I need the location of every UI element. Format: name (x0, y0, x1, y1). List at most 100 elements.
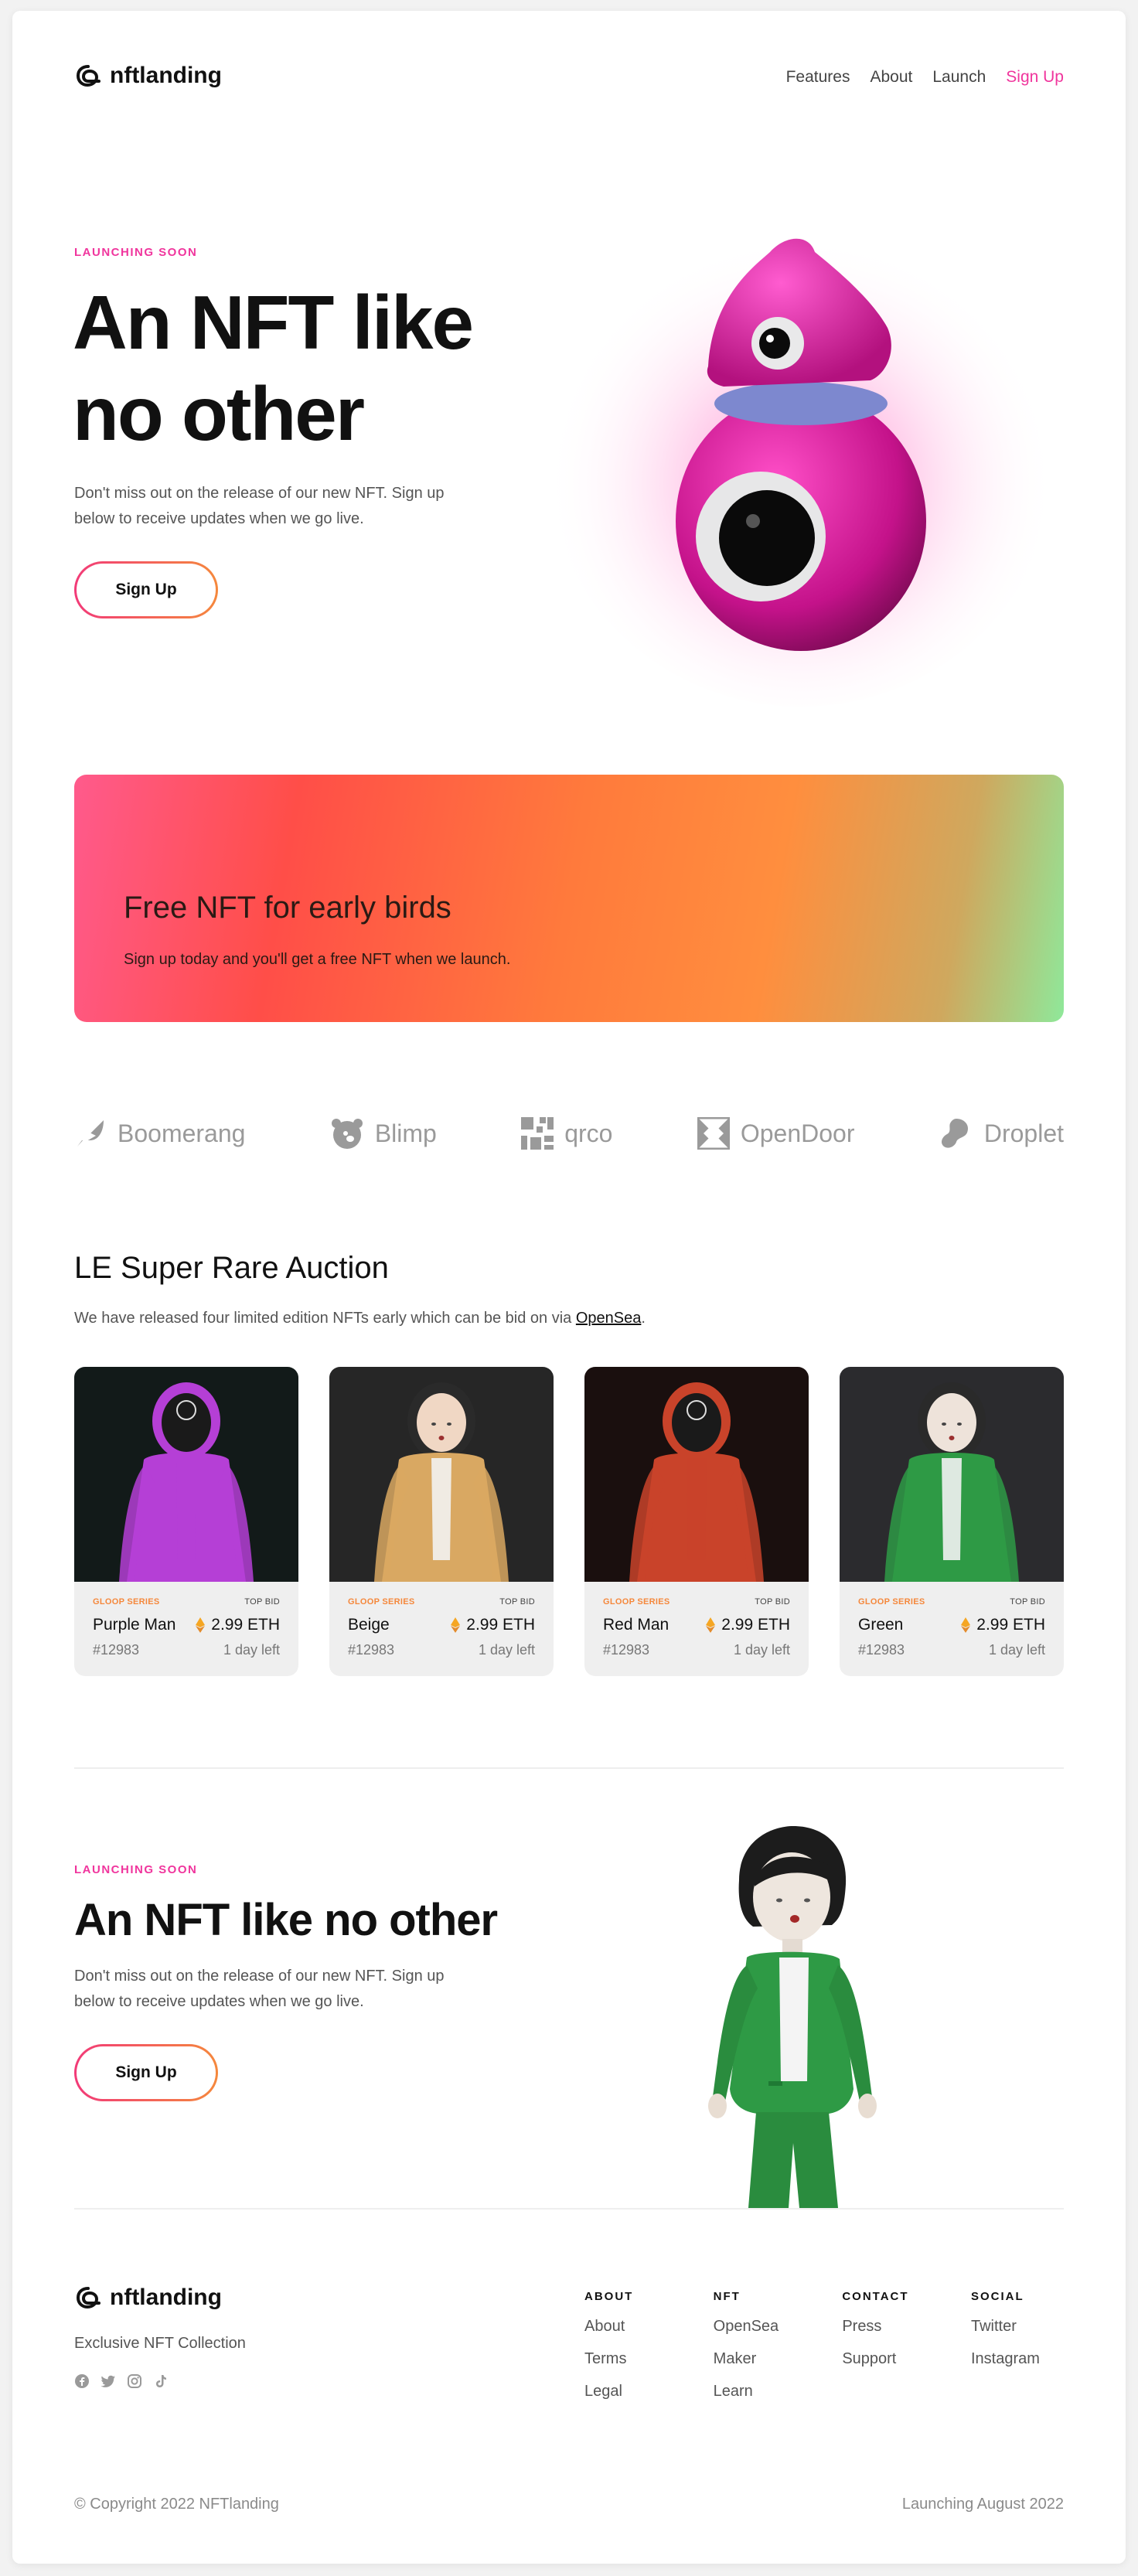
card-price: 2.99 ETH (721, 1616, 790, 1634)
card-name: Green (858, 1616, 904, 1634)
page: nftlanding Features About Launch Sign Up… (12, 11, 1126, 2564)
brand-opendoor: OpenDoor (697, 1117, 855, 1150)
card-series: GLOOP SERIES (858, 1597, 925, 1607)
footer-heading-nft: NFT (713, 2290, 741, 2303)
footer-divider (74, 2208, 1064, 2210)
auction-description: We have released four limited edition NF… (74, 1310, 646, 1327)
early-birds-banner: Free NFT for early birds Sign up today a… (74, 775, 1064, 1022)
hero-title-line2: no other (73, 371, 365, 456)
ethereum-icon (961, 1617, 971, 1633)
card-id: #12983 (93, 1642, 140, 1658)
footer-link-instagram[interactable]: Instagram (971, 2350, 1064, 2368)
instagram-icon[interactable] (127, 2373, 142, 2389)
door-icon (697, 1117, 730, 1150)
card-series: GLOOP SERIES (93, 1597, 160, 1607)
card-name: Purple Man (93, 1616, 176, 1634)
cta-title: An NFT like no other (74, 1895, 498, 1945)
logo-icon (76, 2287, 101, 2309)
footer-link-opensea[interactable]: OpenSea (714, 2318, 837, 2336)
tiktok-icon[interactable] (153, 2373, 169, 2389)
footer-column-contact: CONTACT Press Support (842, 2290, 966, 2401)
twitter-icon[interactable] (101, 2373, 116, 2389)
nft-card-image (584, 1367, 809, 1582)
footer-link-learn[interactable]: Learn (714, 2383, 837, 2401)
nft-card[interactable]: GLOOP SERIES TOP BID Beige 2.99 ETH #12983… (329, 1367, 554, 1676)
qr-icon (521, 1117, 554, 1150)
brand-name-opendoor: OpenDoor (740, 1119, 855, 1147)
card-time-left: 1 day left (478, 1642, 535, 1658)
opensea-link[interactable]: OpenSea (576, 1310, 642, 1327)
hero-title-line1: An NFT like (73, 280, 474, 365)
card-time-left: 1 day left (988, 1642, 1045, 1658)
cta-description: Don't miss out on the release of our new… (74, 1964, 507, 2015)
brand-logos: Boomerang Blimp qrco OpenDoor Droplet (74, 1116, 1064, 1150)
hero-signup-label: Sign Up (77, 564, 216, 616)
banner-subtitle: Sign up today and you'll get a free NFT … (124, 951, 511, 968)
footer-link-support[interactable]: Support (842, 2350, 966, 2368)
hero-signup-button[interactable]: Sign Up (74, 561, 218, 618)
footer-heading-about: ABOUT (584, 2290, 634, 2303)
droplet-icon (941, 1119, 968, 1148)
cta-desc-line2: below to receive updates when we go live… (74, 1993, 364, 2010)
card-price: 2.99 ETH (976, 1616, 1045, 1634)
footer-copyright: © Copyright 2022 NFTlanding (74, 2496, 279, 2513)
banner-title: Free NFT for early birds (124, 891, 451, 925)
hero-description: Don't miss out on the release of our new… (74, 481, 507, 532)
nav-link-launch[interactable]: Launch (932, 68, 986, 87)
card-time-left: 1 day left (733, 1642, 790, 1658)
bear-icon (331, 1119, 363, 1149)
footer-column-social: SOCIAL Twitter Instagram (971, 2290, 1064, 2401)
card-id: #12983 (603, 1642, 650, 1658)
nft-card[interactable]: GLOOP SERIES TOP BID Purple Man 2.99 ETH #… (74, 1367, 298, 1676)
nft-card-image (74, 1367, 298, 1582)
brand-name-blimp: Blimp (374, 1119, 437, 1147)
footer-launch-date: Launching August 2022 (901, 2496, 1064, 2513)
footer-logo[interactable]: nftlanding (74, 2284, 222, 2312)
footer-link-maker[interactable]: Maker (714, 2350, 837, 2368)
card-id: #12983 (348, 1642, 395, 1658)
nav-logo[interactable]: nftlanding (74, 62, 222, 90)
auction-title: LE Super Rare Auction (74, 1251, 389, 1285)
logo-text: nftlanding (110, 63, 222, 88)
footer-social-icons (74, 2373, 169, 2389)
card-time-left: 1 day left (223, 1642, 280, 1658)
footer-link-legal[interactable]: Legal (584, 2383, 708, 2401)
top-nav: Features About Launch Sign Up (786, 68, 1064, 87)
nft-card[interactable]: GLOOP SERIES TOP BID Green 2.99 ETH #12983… (840, 1367, 1064, 1676)
cta-eyebrow: LAUNCHING SOON (74, 1863, 198, 1876)
nav-link-features[interactable]: Features (786, 68, 850, 87)
nav-link-about[interactable]: About (870, 68, 912, 87)
hero-title: An NFT like no other (73, 277, 474, 459)
hero-desc-line1: Don't miss out on the release of our new… (74, 485, 445, 502)
brand-droplet: Droplet (939, 1117, 1064, 1150)
footer-link-press[interactable]: Press (842, 2318, 966, 2336)
ethereum-icon (706, 1617, 716, 1633)
footer-link-twitter[interactable]: Twitter (971, 2318, 1064, 2336)
facebook-icon[interactable] (74, 2373, 90, 2389)
nft-card-image (840, 1367, 1064, 1582)
footer-columns: ABOUT About Terms Legal NFT OpenSea Make… (584, 2290, 1064, 2401)
footer-link-about[interactable]: About (584, 2318, 708, 2336)
nft-card-image (329, 1367, 554, 1582)
cta-character-image (693, 1826, 886, 2208)
section-divider (74, 1767, 1064, 1769)
card-id: #12983 (858, 1642, 905, 1658)
brand-boomerang: Boomerang (74, 1117, 245, 1150)
footer-heading-social: SOCIAL (970, 2290, 1024, 2303)
auction-desc-period: . (641, 1310, 646, 1327)
brand-qrco: qrco (521, 1117, 612, 1150)
cta-signup-button[interactable]: Sign Up (74, 2044, 218, 2101)
card-top-bid-label: TOP BID (755, 1597, 790, 1607)
cta-desc-line1: Don't miss out on the release of our new… (74, 1968, 445, 1985)
footer-logo-text: nftlanding (110, 2285, 222, 2310)
footer-link-terms[interactable]: Terms (584, 2350, 708, 2368)
ethereum-icon (196, 1617, 206, 1633)
brand-blimp: Blimp (330, 1116, 437, 1150)
nft-card[interactable]: GLOOP SERIES TOP BID Red Man 2.99 ETH #129… (584, 1367, 809, 1676)
footer-tagline: Exclusive NFT Collection (74, 2335, 246, 2352)
nav-signup-link[interactable]: Sign Up (1006, 68, 1064, 87)
footer-column-nft: NFT OpenSea Maker Learn (714, 2290, 837, 2401)
card-price: 2.99 ETH (211, 1616, 280, 1634)
hero-desc-line2: below to receive updates when we go live… (74, 510, 364, 527)
ethereum-icon (451, 1617, 461, 1633)
